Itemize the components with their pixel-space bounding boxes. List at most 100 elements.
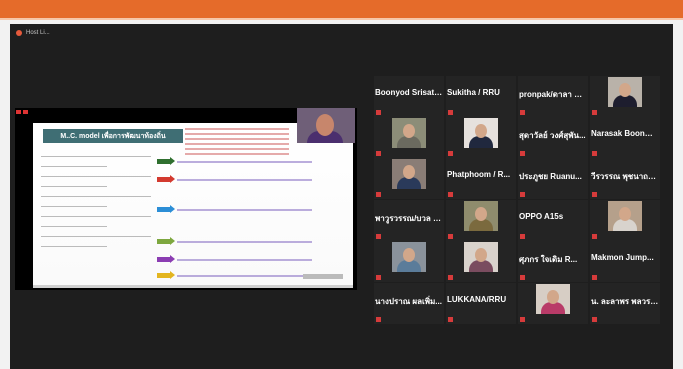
participant-tile[interactable]: LUKKANA/RRU	[446, 283, 516, 324]
purple-arrow-icon	[157, 255, 175, 263]
participant-tile[interactable]	[590, 76, 660, 117]
participant-tile[interactable]	[446, 241, 516, 282]
slide-arrow-row	[157, 157, 312, 165]
participant-tile[interactable]	[518, 283, 588, 324]
slide-form-line	[41, 236, 151, 237]
participant-tile[interactable]	[446, 200, 516, 241]
participant-name: วีรวรรณ พุชนาถไวล...	[591, 172, 659, 181]
muted-mic-icon	[376, 234, 381, 239]
muted-mic-icon	[376, 110, 381, 115]
participant-name: ศุภกร ใจเดิม R...	[519, 255, 578, 264]
slide-footer	[303, 274, 343, 279]
muted-mic-icon	[592, 234, 597, 239]
slide-arrow-text	[177, 178, 312, 181]
participant-name: นางปราณ ผลเพิ่ม...	[375, 297, 442, 306]
participant-tile[interactable]: นางปราณ ผลเพิ่ม...	[374, 283, 444, 324]
window-title: Host Li...	[16, 30, 50, 36]
recording-icon	[16, 30, 22, 36]
participant-head	[403, 124, 415, 138]
slide-arrow-text	[177, 160, 312, 163]
muted-mic-icon	[592, 317, 597, 322]
participant-tile[interactable]	[446, 117, 516, 158]
slide-bullet	[185, 153, 289, 155]
slide-bullet	[185, 143, 289, 145]
accent-divider	[0, 18, 683, 20]
participant-tile[interactable]: Phatphoom / R...	[446, 158, 516, 199]
slide-bullet	[185, 133, 289, 135]
muted-mic-icon	[376, 317, 381, 322]
participant-tile[interactable]: Sukitha / RRU	[446, 76, 516, 117]
participant-tile[interactable]: pronpak/ดาลา พร...	[518, 76, 588, 117]
muted-mic-icon	[520, 151, 525, 156]
participant-name: Narasak Boonme...	[591, 129, 659, 138]
participant-tile[interactable]	[590, 200, 660, 241]
muted-mic-icon	[520, 110, 525, 115]
participant-name: สุดาวัลย์ วงศ์สุพัน...	[519, 131, 586, 140]
slide-form-block	[41, 156, 151, 256]
slide-arrow-text	[177, 240, 312, 243]
participant-name: Makmon Jump...	[591, 253, 654, 262]
muted-mic-icon	[448, 317, 453, 322]
participant-tile[interactable]: ศุภกร ใจเดิม R...	[518, 241, 588, 282]
participant-head	[475, 124, 487, 138]
red-arrow-icon	[157, 175, 175, 183]
participant-head	[403, 165, 415, 179]
participant-name: พาวูรวรรณ/บวล ร...	[375, 214, 443, 223]
screen-share[interactable]: M..C. model เพื่อการพัฒนาท้องถิ่น	[15, 108, 357, 290]
meeting-window: Host Li... M..C. model เพื่อการพัฒนาท้อง…	[10, 24, 673, 369]
participant-head	[547, 290, 559, 304]
participant-name: OPPO A15s	[519, 212, 564, 221]
presenter-head	[316, 114, 334, 136]
muted-mic-icon	[376, 192, 381, 197]
participant-tile[interactable]: น. ละลาพร พลวรร...	[590, 283, 660, 324]
muted-mic-icon	[448, 151, 453, 156]
slide-form-line	[41, 226, 107, 227]
participant-tile[interactable]: Makmon Jump...	[590, 241, 660, 282]
participant-tile[interactable]: พาวูรวรรณ/บวล ร...	[374, 200, 444, 241]
presenter-video[interactable]	[297, 108, 355, 143]
olive-arrow-icon	[157, 237, 175, 245]
slide-arrow-row	[157, 271, 312, 279]
muted-mic-icon	[592, 110, 597, 115]
share-indicator-icon	[16, 110, 21, 114]
yellow-arrow-icon	[157, 271, 175, 279]
participant-grid: Boonyod Srisato... Sukitha / RRU pronpak/ด…	[374, 76, 665, 350]
participant-name: ประภูชย Ruanu...	[519, 172, 582, 181]
muted-mic-icon	[592, 151, 597, 156]
slide-arrow-row	[157, 255, 312, 263]
muted-mic-icon	[520, 275, 525, 280]
participant-tile[interactable]: ประภูชย Ruanu...	[518, 158, 588, 199]
muted-mic-icon	[520, 317, 525, 322]
slide-arrow-row	[157, 205, 312, 213]
participant-tile[interactable]	[374, 117, 444, 158]
top-accent-bar	[0, 0, 683, 18]
participant-video	[536, 284, 570, 314]
participant-tile[interactable]: OPPO A15s	[518, 200, 588, 241]
participant-video	[392, 118, 426, 148]
slide-arrow-row	[157, 237, 312, 245]
slide-arrow-row	[157, 175, 312, 183]
participant-name: pronpak/ดาลา พร...	[519, 90, 587, 99]
slide-bullet	[185, 128, 289, 130]
participant-video	[464, 118, 498, 148]
participant-head	[619, 207, 631, 221]
slide-form-line	[41, 206, 107, 207]
participant-name: Sukitha / RRU	[447, 88, 500, 97]
muted-mic-icon	[376, 151, 381, 156]
participant-tile[interactable]: วีรวรรณ พุชนาถไวล...	[590, 158, 660, 199]
presentation-slide: M..C. model เพื่อการพัฒนาท้องถิ่น	[33, 123, 353, 288]
slide-form-line	[41, 216, 151, 217]
participant-tile[interactable]: Boonyod Srisato...	[374, 76, 444, 117]
participant-tile[interactable]: Narasak Boonme...	[590, 117, 660, 158]
participant-head	[475, 248, 487, 262]
participant-tile[interactable]	[374, 241, 444, 282]
participant-name: น. ละลาพร พลวรร...	[591, 297, 659, 306]
muted-mic-icon	[520, 234, 525, 239]
participant-head	[403, 248, 415, 262]
muted-mic-icon	[448, 192, 453, 197]
participant-tile[interactable]: สุดาวัลย์ วงศ์สุพัน...	[518, 117, 588, 158]
participant-video	[608, 201, 642, 231]
participant-video	[464, 201, 498, 231]
participant-tile[interactable]	[374, 158, 444, 199]
slide-form-line	[41, 156, 151, 157]
